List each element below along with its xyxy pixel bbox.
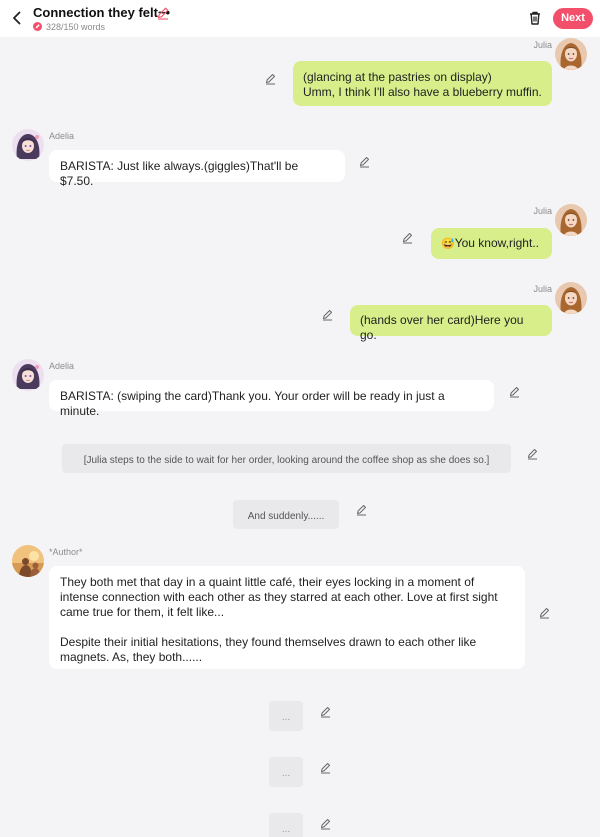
message-bubble: (glancing at the pastries on display) Umm… — [293, 61, 552, 106]
edit-pencil-icon[interactable] — [526, 447, 539, 460]
edit-pencil-icon[interactable] — [358, 155, 371, 168]
edit-title-pencil-icon[interactable] — [156, 6, 170, 20]
sweat-smile-emoji: 😅 — [441, 238, 455, 250]
message-line: (hands over her card)Here you go. — [360, 313, 524, 342]
speaker-name: *Author* — [49, 547, 83, 557]
avatar[interactable] — [555, 204, 587, 236]
avatar[interactable] — [555, 38, 587, 70]
message-bubble: (hands over her card)Here you go. — [350, 305, 552, 342]
word-count: 328/150 words — [46, 22, 106, 32]
message-line — [60, 620, 514, 635]
message-line: ... — [281, 712, 291, 723]
message-line: Despite their initial hesitations, they … — [60, 635, 477, 649]
edit-pencil-icon[interactable] — [319, 761, 332, 774]
message-bubble: BARISTA: (swiping the card)Thank you. Yo… — [49, 380, 494, 418]
next-button[interactable]: Next — [553, 8, 593, 29]
edit-pencil-icon[interactable] — [319, 705, 332, 718]
placeholder-bubble: ... — [269, 757, 303, 787]
avatar[interactable] — [555, 282, 587, 314]
edit-pencil-icon[interactable] — [538, 606, 551, 619]
edit-pencil-icon[interactable] — [321, 308, 334, 321]
avatar[interactable] — [12, 129, 44, 161]
speaker-name: Julia — [533, 40, 552, 50]
speaker-name: Adelia — [49, 131, 75, 141]
message-line: And suddenly...... — [247, 511, 325, 522]
message-bubble: 😅You know,right.. — [431, 228, 552, 259]
placeholder-bubble: ... — [269, 813, 303, 837]
message-line: (glancing at the pastries on display) — [303, 70, 492, 84]
back-arrow-icon[interactable] — [8, 9, 26, 27]
message-line: intense connection with each other as th… — [60, 590, 498, 604]
pencil-icon — [33, 22, 42, 31]
edit-pencil-icon[interactable] — [401, 231, 414, 244]
speaker-name: Adelia — [49, 361, 75, 371]
message-line: You know,right.. — [454, 236, 539, 250]
message-line: They both met that day in a quaint littl… — [60, 575, 475, 589]
message-line: BARISTA: (swiping the card)Thank you. Yo… — [60, 389, 445, 418]
edit-pencil-icon[interactable] — [355, 503, 368, 516]
message-line: magnets. As, they both...... — [60, 650, 203, 664]
avatar[interactable] — [12, 545, 44, 577]
edit-pencil-icon[interactable] — [319, 817, 332, 830]
edit-pencil-icon[interactable] — [264, 72, 277, 85]
message-line: BARISTA: Just like always.(giggles)That'… — [60, 159, 299, 188]
message-line: [Julia steps to the side to wait for her… — [83, 455, 490, 466]
message-line: ... — [281, 768, 291, 779]
narration-bubble: And suddenly...... — [233, 500, 339, 529]
message-line: came true for them, it felt like... — [60, 605, 225, 619]
word-count-row: 328/150 words — [33, 22, 105, 32]
message-line: Umm, I think I'll also have a blueberry … — [303, 85, 542, 99]
story-title: Connection they felt~• — [33, 5, 171, 20]
top-bar: Connection they felt~• 328/150 words Nex… — [0, 0, 600, 37]
placeholder-bubble: ... — [269, 701, 303, 731]
speaker-name: Julia — [533, 284, 552, 294]
edit-pencil-icon[interactable] — [508, 385, 521, 398]
avatar[interactable] — [12, 359, 44, 391]
narration-bubble: [Julia steps to the side to wait for her… — [62, 444, 511, 473]
trash-icon[interactable] — [526, 9, 544, 27]
speaker-name: Julia — [533, 206, 552, 216]
message-bubble: BARISTA: Just like always.(giggles)That'… — [49, 150, 345, 188]
message-line: ... — [281, 824, 291, 835]
message-bubble: They both met that day in a quaint littl… — [49, 566, 525, 669]
